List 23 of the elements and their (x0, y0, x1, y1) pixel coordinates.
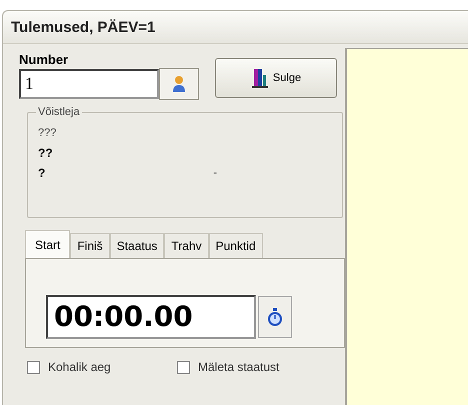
competitor-text: ?? (38, 145, 54, 162)
stopwatch-icon (268, 308, 282, 326)
tab[interactable]: Staatus (110, 233, 164, 258)
competitor-text: ??? (38, 126, 58, 141)
time-field[interactable]: 00:00.00 (46, 295, 256, 339)
group-title: Võistleja (36, 106, 82, 118)
number-label: Number (19, 52, 70, 67)
checkbox[interactable] (27, 360, 40, 374)
dash-text: - (213, 166, 218, 181)
number-field[interactable]: 1 (19, 69, 159, 99)
stopwatch-button[interactable] (258, 296, 292, 338)
close-button[interactable]: Sulge (215, 58, 337, 98)
tab[interactable]: Trahv (164, 233, 209, 258)
tab[interactable]: Finiš (70, 233, 110, 258)
tab[interactable]: Punktid (208, 233, 263, 258)
person-button[interactable] (159, 68, 199, 100)
checkbox-label: Kohalik aeg (48, 360, 111, 374)
checkbox[interactable] (177, 360, 190, 374)
tab[interactable]: Start (25, 230, 70, 258)
window-title: Tulemused, PÄEV=1 (11, 18, 156, 36)
competitor-text: ? (38, 165, 46, 182)
checkbox-label: Mäleta staatust (198, 360, 280, 374)
person-icon (172, 75, 186, 93)
